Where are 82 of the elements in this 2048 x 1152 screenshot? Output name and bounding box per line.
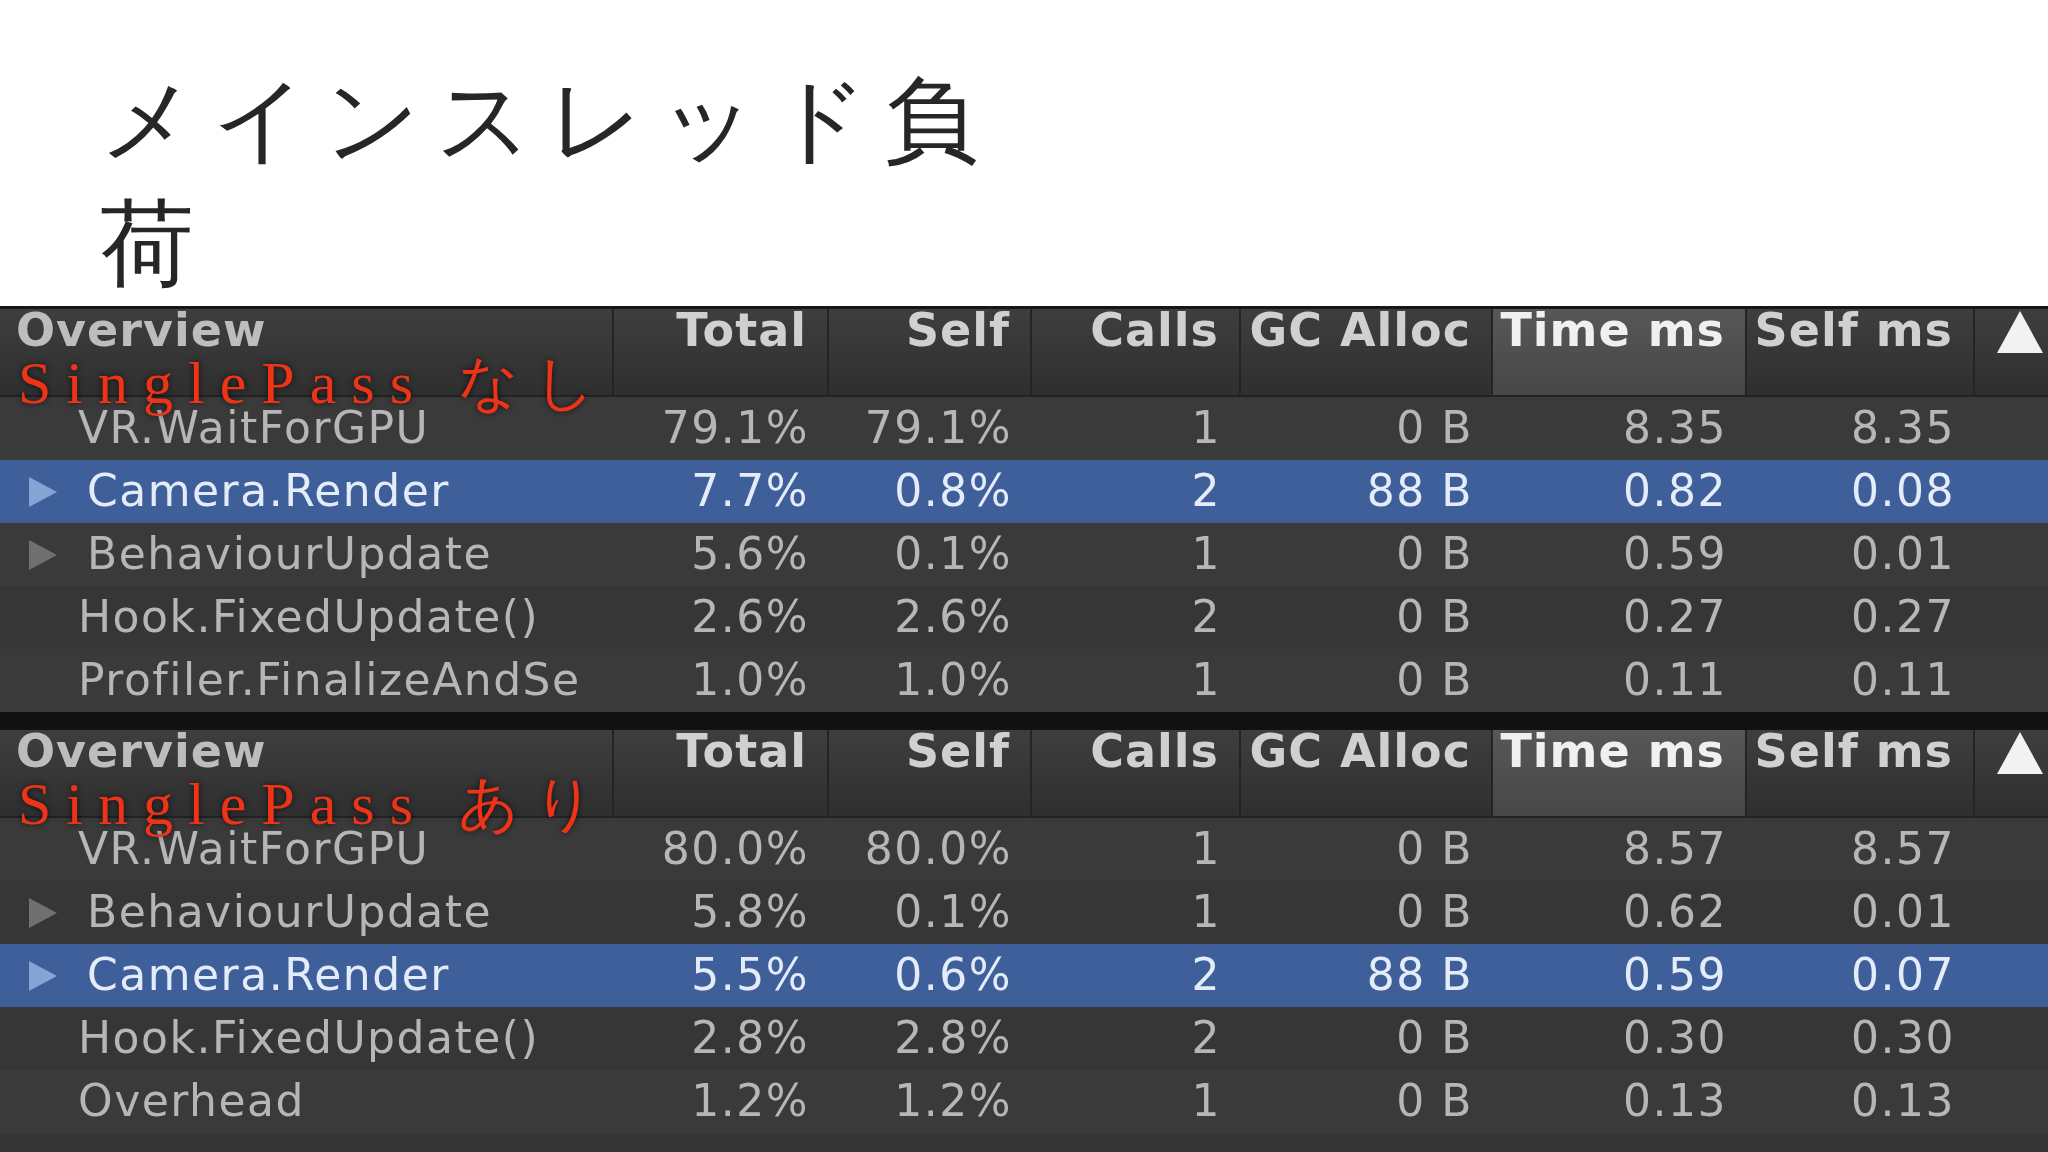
- time-ms-value: 0.13: [1623, 1076, 1727, 1127]
- function-name: Hook.FixedUpdate(): [78, 592, 540, 643]
- triangle-icon: [1997, 311, 2043, 353]
- gc-alloc-value: 0 B: [1396, 1013, 1473, 1064]
- gc-alloc-value: 0 B: [1396, 529, 1473, 580]
- total-value: 80.0%: [661, 824, 809, 875]
- gc-alloc-value: 0 B: [1396, 655, 1473, 706]
- self-value: 1.0%: [894, 655, 1012, 706]
- disclosure-triangle-icon[interactable]: [29, 960, 57, 991]
- self-value: 2.8%: [894, 1013, 1012, 1064]
- calls-value: 2: [1191, 592, 1221, 643]
- calls-value: 1: [1191, 887, 1221, 938]
- calls-value: 1: [1191, 403, 1221, 454]
- disclosure-triangle-icon[interactable]: [29, 897, 57, 928]
- self-ms-value: 0.11: [1851, 655, 1955, 706]
- self-value: 80.0%: [864, 824, 1012, 875]
- profiler-row[interactable]: Profiler.FinalizeAndSe 1.0% 1.0% 1 0 B 0.11 0.11: [0, 649, 2048, 712]
- function-name: Camera.Render: [87, 950, 450, 1001]
- self-ms-value: 0.01: [1851, 529, 1955, 580]
- total-value: 5.6%: [691, 529, 809, 580]
- column-header[interactable]: Overview: [16, 311, 267, 351]
- self-value: 0.1%: [894, 529, 1012, 580]
- self-value: 0.1%: [894, 887, 1012, 938]
- profiler-row[interactable]: Camera.Render 7.7% 0.8% 2 88 B 0.82 0.08: [0, 460, 2048, 523]
- gc-alloc-value: 88 B: [1366, 466, 1473, 517]
- time-ms-value: 0.59: [1623, 529, 1727, 580]
- time-ms-value: 8.57: [1623, 824, 1727, 875]
- profiler-row[interactable]: Overhead 1.2% 1.2% 1 0 B 0.13 0.13: [0, 1070, 2048, 1133]
- time-ms-value: 0.30: [1623, 1013, 1727, 1064]
- self-ms-value: 0.08: [1851, 466, 1955, 517]
- total-value: 1.2%: [691, 1076, 809, 1127]
- self-ms-value: 0.27: [1851, 592, 1955, 643]
- gc-alloc-value: 0 B: [1396, 824, 1473, 875]
- function-name: BehaviourUpdate: [87, 887, 493, 938]
- time-ms-value: 0.62: [1623, 887, 1727, 938]
- calls-value: 2: [1191, 950, 1221, 1001]
- self-ms-value: 8.35: [1851, 403, 1955, 454]
- disclosure-triangle-icon[interactable]: [29, 539, 57, 570]
- gc-alloc-value: 0 B: [1396, 592, 1473, 643]
- calls-value: 1: [1191, 824, 1221, 875]
- column-header[interactable]: Overview: [16, 732, 267, 772]
- self-ms-value: 0.30: [1851, 1013, 1955, 1064]
- total-value: 1.0%: [691, 655, 809, 706]
- self-ms-value: 0.13: [1851, 1076, 1955, 1127]
- function-name: Camera.Render: [87, 466, 450, 517]
- time-ms-value: 8.35: [1623, 403, 1727, 454]
- function-name: Overhead: [78, 1076, 305, 1127]
- calls-value: 1: [1191, 655, 1221, 706]
- gc-alloc-value: 0 B: [1396, 887, 1473, 938]
- self-value: 0.8%: [894, 466, 1012, 517]
- time-ms-value: 0.27: [1623, 592, 1727, 643]
- self-ms-value: 0.01: [1851, 887, 1955, 938]
- self-ms-value: 8.57: [1851, 824, 1955, 875]
- total-value: 2.6%: [691, 592, 809, 643]
- gc-alloc-value: 88 B: [1366, 950, 1473, 1001]
- function-name: Profiler.FinalizeAndSe: [78, 655, 581, 706]
- gc-alloc-value: 0 B: [1396, 403, 1473, 454]
- self-ms-value: 0.07: [1851, 950, 1955, 1001]
- total-value: 2.8%: [691, 1013, 809, 1064]
- profiler-row[interactable]: Camera.Render 5.5% 0.6% 2 88 B 0.59 0.07: [0, 944, 2048, 1007]
- function-name: Hook.FixedUpdate(): [78, 1013, 540, 1064]
- self-value: 1.2%: [894, 1076, 1012, 1127]
- slide-title: メインスレッド負荷: [100, 64, 995, 300]
- gc-alloc-value: 0 B: [1396, 1076, 1473, 1127]
- total-value: 5.5%: [691, 950, 809, 1001]
- calls-value: 2: [1191, 1013, 1221, 1064]
- profiler-row[interactable]: BehaviourUpdate 5.6% 0.1% 1 0 B 0.59 0.01: [0, 523, 2048, 586]
- total-value: 79.1%: [661, 403, 809, 454]
- time-ms-value: 0.11: [1623, 655, 1727, 706]
- calls-value: 1: [1191, 1076, 1221, 1127]
- total-value: 5.8%: [691, 887, 809, 938]
- total-value: 7.7%: [691, 466, 809, 517]
- calls-value: 1: [1191, 529, 1221, 580]
- self-value: 79.1%: [864, 403, 1012, 454]
- time-ms-value: 0.59: [1623, 950, 1727, 1001]
- time-ms-value: 0.82: [1623, 466, 1727, 517]
- self-value: 2.6%: [894, 592, 1012, 643]
- disclosure-triangle-icon[interactable]: [29, 476, 57, 507]
- self-value: 0.6%: [894, 950, 1012, 1001]
- triangle-icon: [1997, 732, 2043, 774]
- calls-value: 2: [1191, 466, 1221, 517]
- function-name: BehaviourUpdate: [87, 529, 493, 580]
